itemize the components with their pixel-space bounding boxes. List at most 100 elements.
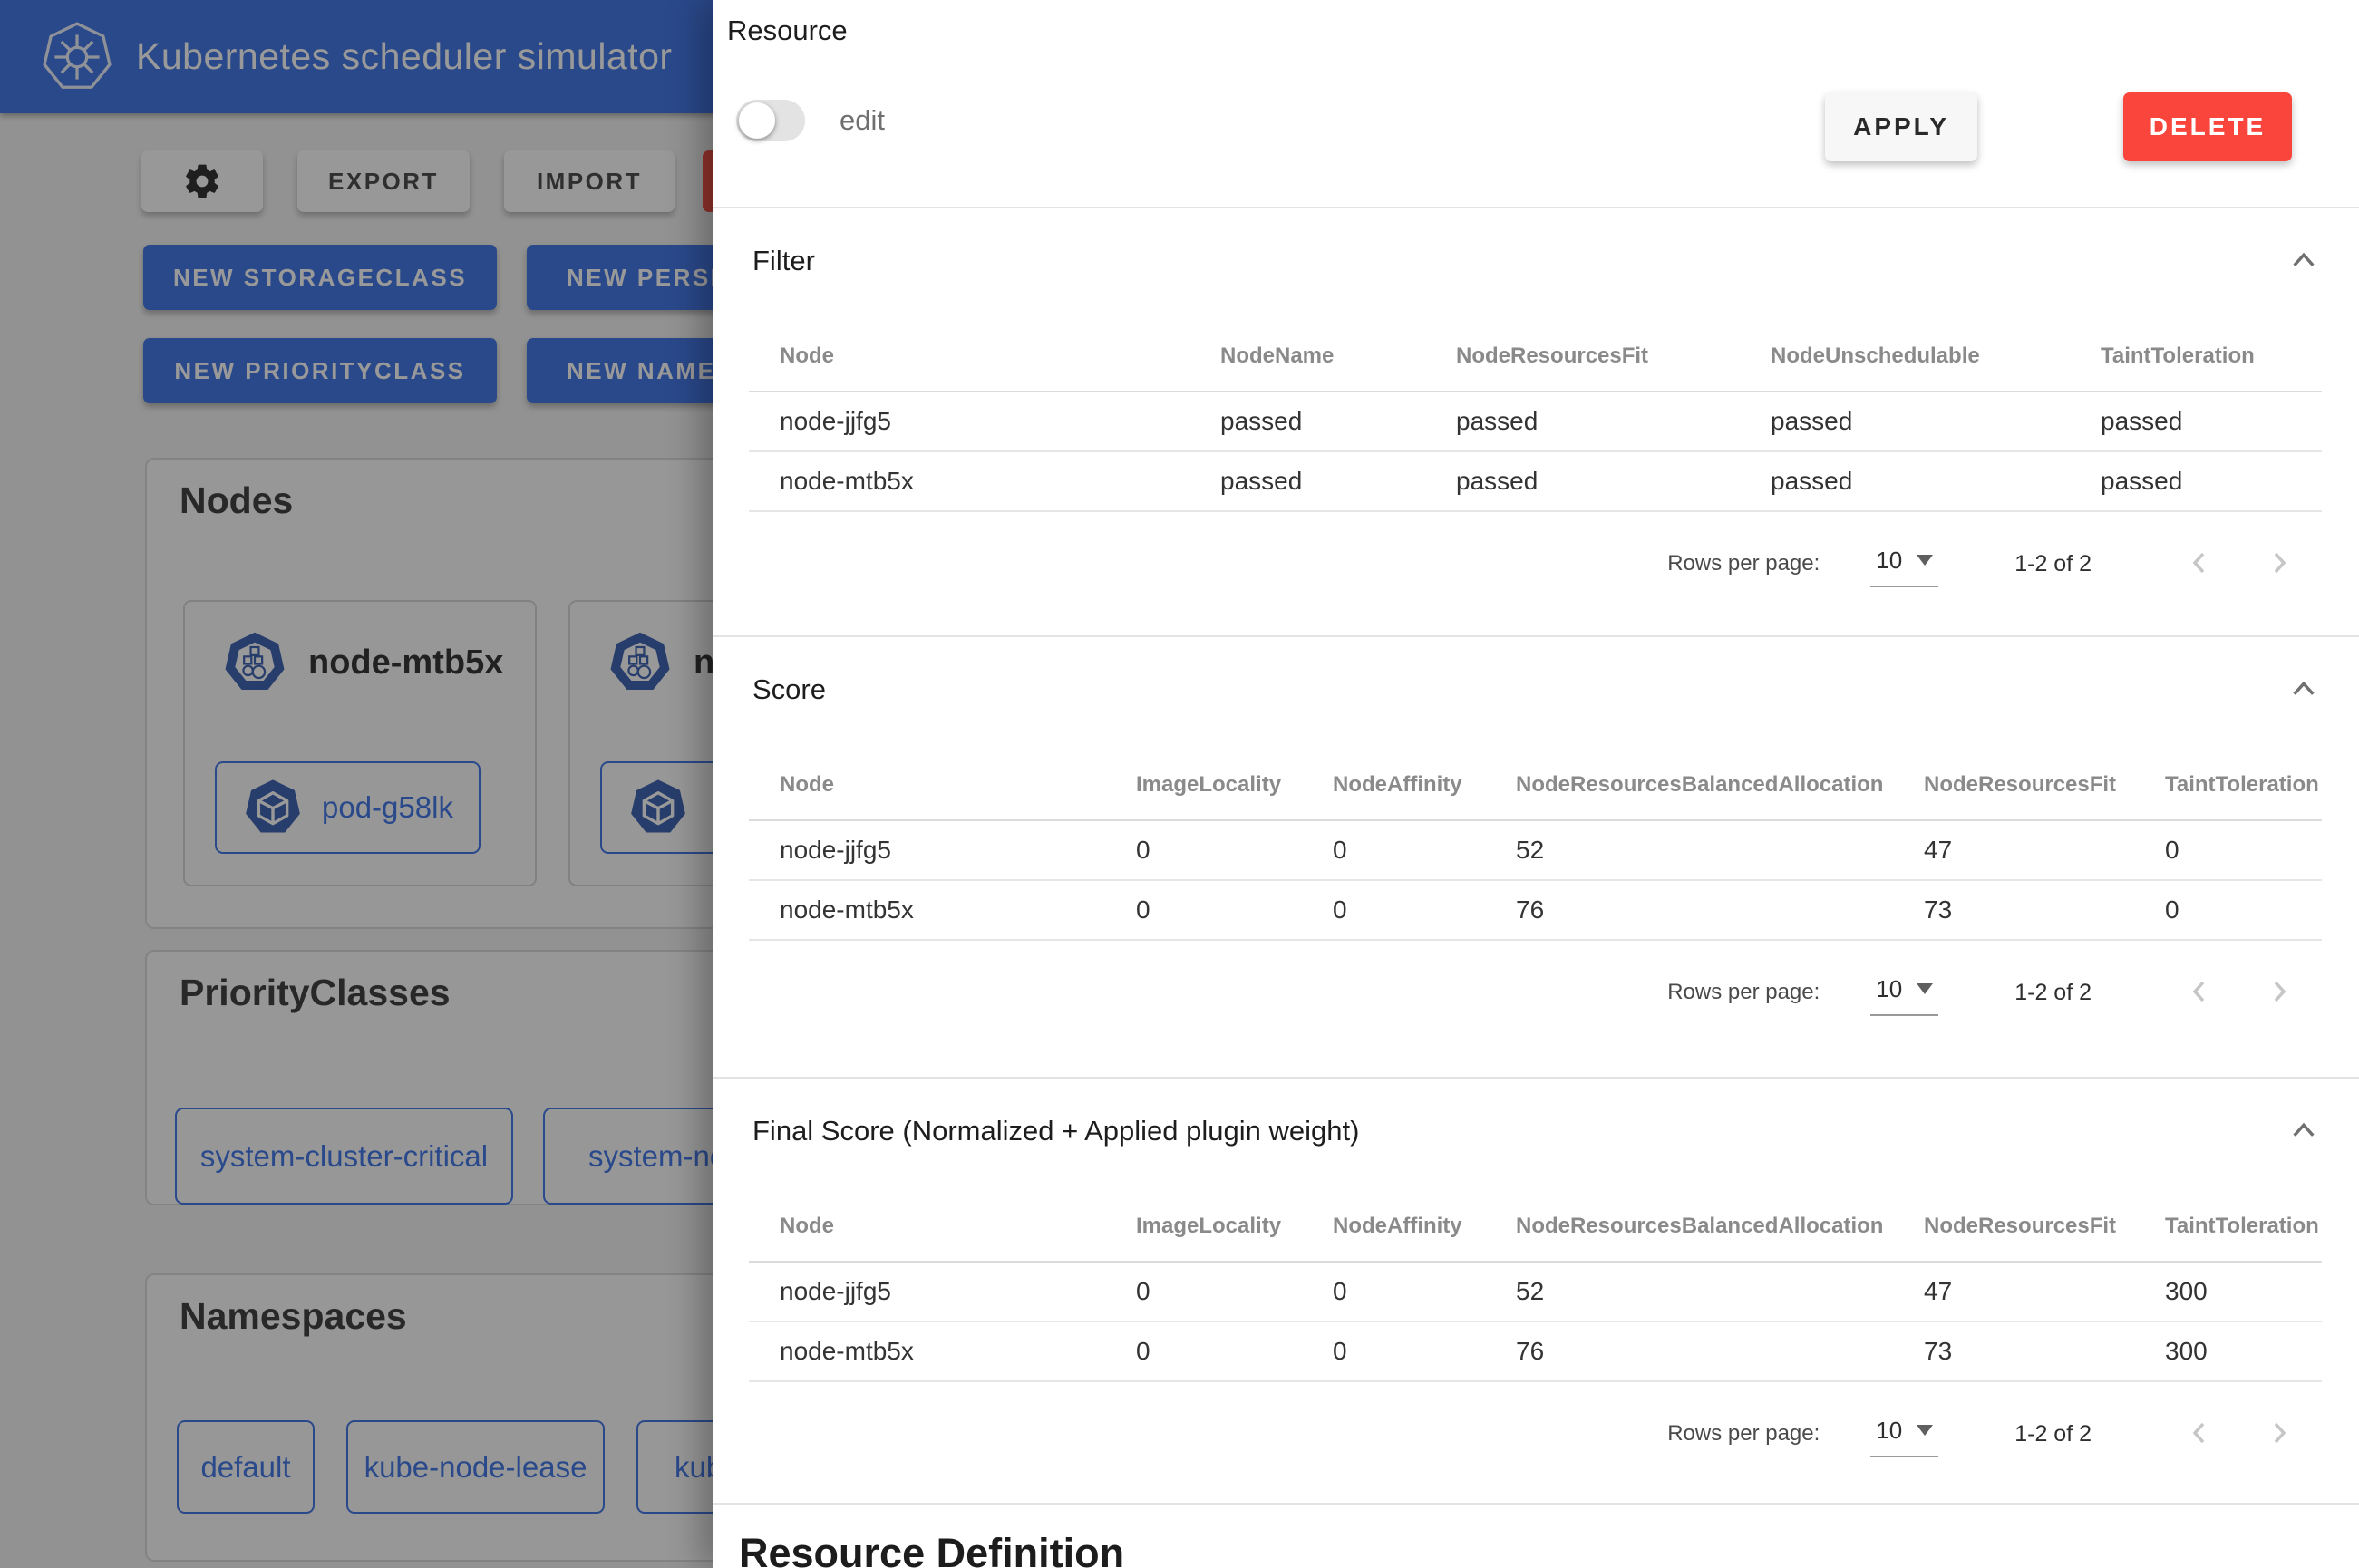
next-page-button[interactable] [2253,976,2306,1010]
table-cell: 300 [2165,1262,2322,1321]
chevron-up-icon [2289,1120,2318,1140]
table-header-row: NodeImageLocalityNodeAffinityNodeResourc… [749,1191,2322,1262]
table-header-row: NodeNodeNameNodeResourcesFitNodeUnschedu… [749,321,2322,392]
chevron-up-icon [2289,679,2318,699]
previous-page-button[interactable] [2173,547,2226,581]
final-score-section-title: Final Score (Normalized + Applied plugin… [752,1115,1359,1147]
table-cell: 0 [2165,820,2322,880]
column-header: ImageLocality [1136,1191,1333,1262]
table-row: node-jjfg50052470 [749,820,2322,880]
table-cell: node-mtb5x [749,451,1220,511]
next-page-button[interactable] [2253,547,2306,581]
chevron-right-icon [2264,547,2295,578]
table-cell: 0 [1333,1321,1516,1381]
table-cell: 47 [1924,820,2165,880]
collapse-score-button[interactable] [2286,675,2322,705]
resource-drawer: Resource edit APPLY DELETE Filter NodeNo… [713,0,2359,1568]
previous-page-button[interactable] [2173,1418,2226,1451]
edit-toggle[interactable]: edit [736,100,885,141]
collapse-final-score-button[interactable] [2286,1117,2322,1147]
chevron-right-icon [2264,1418,2295,1448]
table-cell: node-jjfg5 [749,392,1220,451]
rows-per-page-select[interactable]: 10 [1870,541,1938,587]
pagination-range: 1-2 of 2 [2014,551,2092,577]
column-header: NodeResourcesFit [1456,321,1771,392]
drawer-header: Resource edit APPLY DELETE [713,0,2359,208]
table-cell: 0 [1333,820,1516,880]
score-section: Score NodeImageLocalityNodeAffinityNodeR… [713,637,2359,1079]
next-page-button[interactable] [2253,1418,2306,1451]
table-header-row: NodeImageLocalityNodeAffinityNodeResourc… [749,750,2322,820]
table-cell: 300 [2165,1321,2322,1381]
drawer-title: Resource [727,15,848,47]
table-cell: 47 [1924,1262,2165,1321]
table-cell: node-jjfg5 [749,1262,1136,1321]
table-cell: 0 [2165,880,2322,940]
column-header: TaintToleration [2165,1191,2322,1262]
rows-per-page-label: Rows per page: [1667,1421,1820,1447]
pagination-range: 1-2 of 2 [2014,1421,2092,1447]
previous-page-button[interactable] [2173,976,2226,1010]
column-header: NodeResourcesBalancedAllocation [1516,1191,1924,1262]
table-cell: passed [1771,392,2101,451]
table-cell: passed [1220,451,1456,511]
rows-per-page-label: Rows per page: [1667,551,1820,576]
apply-button[interactable]: APPLY [1825,92,1977,161]
chevron-right-icon [2264,976,2295,1007]
column-header: Node [749,1191,1136,1262]
column-header: NodeResourcesBalancedAllocation [1516,750,1924,820]
column-header: Node [749,750,1136,820]
caret-down-icon [1917,983,1933,994]
table-row: node-jjfg5005247300 [749,1262,2322,1321]
table-row: node-mtb5x0076730 [749,880,2322,940]
table-cell: node-jjfg5 [749,820,1136,880]
table-cell: 52 [1516,820,1924,880]
column-header: NodeResourcesFit [1924,1191,2165,1262]
resource-definition-section: Resource Definition [713,1505,2359,1568]
table-cell: passed [1456,451,1771,511]
column-header: NodeUnschedulable [1771,321,2101,392]
filter-section: Filter NodeNodeNameNodeResourcesFitNodeU… [713,208,2359,637]
resource-definition-title: Resource Definition [739,1530,1124,1568]
table-cell: node-mtb5x [749,880,1136,940]
table-cell: 0 [1136,1262,1333,1321]
table-cell: 0 [1333,1262,1516,1321]
column-header: NodeResourcesFit [1924,750,2165,820]
table-cell: node-mtb5x [749,1321,1136,1381]
column-header: TaintToleration [2165,750,2322,820]
column-header: Node [749,321,1220,392]
delete-button[interactable]: DELETE [2123,92,2292,161]
final-score-section: Final Score (Normalized + Applied plugin… [713,1079,2359,1505]
table-cell: passed [2101,392,2322,451]
table-row: node-mtb5xpassedpassedpassedpassed [749,451,2322,511]
column-header: NodeAffinity [1333,750,1516,820]
score-table: NodeImageLocalityNodeAffinityNodeResourc… [749,750,2322,941]
chevron-left-icon [2184,1418,2215,1448]
table-cell: 73 [1924,1321,2165,1381]
column-header: NodeName [1220,321,1456,392]
toggle-track-icon[interactable] [736,100,805,141]
pagination-range: 1-2 of 2 [2014,980,2092,1006]
edit-toggle-label: edit [840,104,885,137]
column-header: NodeAffinity [1333,1191,1516,1262]
table-cell: passed [2101,451,2322,511]
chevron-left-icon [2184,547,2215,578]
rows-per-page-select[interactable]: 10 [1870,1411,1938,1457]
collapse-filter-button[interactable] [2286,247,2322,276]
table-cell: 0 [1136,1321,1333,1381]
rows-per-page-label: Rows per page: [1667,980,1820,1005]
final-score-pagination: Rows per page: 10 1-2 of 2 [749,1395,2322,1473]
column-header: TaintToleration [2101,321,2322,392]
score-pagination: Rows per page: 10 1-2 of 2 [749,953,2322,1031]
table-row: node-jjfg5passedpassedpassedpassed [749,392,2322,451]
chevron-left-icon [2184,976,2215,1007]
table-cell: 0 [1136,880,1333,940]
table-cell: 76 [1516,880,1924,940]
table-cell: 0 [1136,820,1333,880]
table-cell: passed [1456,392,1771,451]
table-cell: 52 [1516,1262,1924,1321]
filter-pagination: Rows per page: 10 1-2 of 2 [749,525,2322,603]
chevron-up-icon [2289,250,2318,270]
final-score-table: NodeImageLocalityNodeAffinityNodeResourc… [749,1191,2322,1382]
rows-per-page-select[interactable]: 10 [1870,970,1938,1016]
